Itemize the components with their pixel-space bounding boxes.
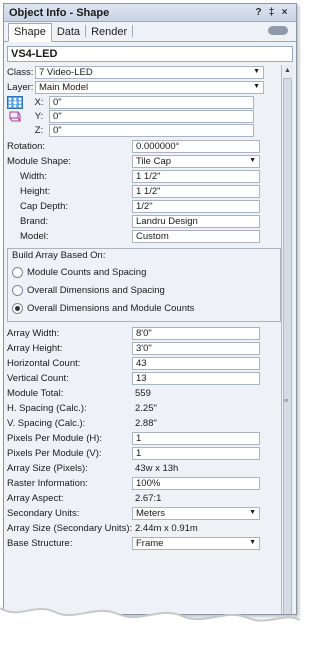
array-aspect-value: 2.67:1 [135,493,162,504]
secondary-units-value: Meters [136,508,166,519]
array-size-px-label: Array Size (Pixels): [7,463,88,474]
array-aspect-label: Array Aspect: [7,493,64,504]
array-size-secondary-label: Array Size (Secondary Units): [7,523,133,534]
palette-title: Object Info - Shape [9,6,110,19]
z-field[interactable]: 0" [49,123,254,137]
x-label: X: [34,96,44,108]
pin-button[interactable]: ‡ [265,7,278,18]
module-shape-label: Module Shape: [7,156,71,167]
y-field[interactable]: 0" [49,109,254,123]
module-shape-select[interactable]: Tile Cap ▼ [132,155,260,168]
cap-depth-field[interactable]: 1/2" [132,200,260,213]
class-label: Class: [7,67,34,78]
help-button[interactable]: ? [252,7,265,18]
tab-bar: Shape Data Render [4,22,296,42]
vertical-count-label: Vertical Count: [7,373,69,384]
array-width-field[interactable]: 8'0" [132,327,260,340]
alignment-grid-icon[interactable] [7,95,23,109]
object-name-field[interactable]: VS4-LED [7,46,293,62]
chevron-down-icon: ▼ [253,83,260,90]
class-value: 7 Video-LED [39,67,93,78]
radio-overall-dimensions-spacing[interactable]: Overall Dimensions and Spacing [12,281,276,299]
array-width-label: Array Width: [7,328,60,339]
build-array-group: Build Array Based On: Module Counts and … [7,248,281,322]
chevron-down-icon: ▼ [249,509,256,516]
secondary-units-select[interactable]: Meters ▼ [132,507,260,520]
layer-value: Main Model [39,82,89,93]
raster-info-field[interactable]: 100% [132,477,260,490]
rotation-label: Rotation: [7,141,46,152]
v-spacing-value: 2.88" [135,418,157,429]
vertical-count-field[interactable]: 13 [132,372,260,385]
width-label: Width: [20,171,47,182]
radio-label: Overall Dimensions and Spacing [27,284,165,296]
radio-button-selected[interactable] [12,302,23,314]
v-spacing-label: V. Spacing (Calc.): [7,418,86,429]
array-height-label: Array Height: [7,343,63,354]
radio-module-counts-spacing[interactable]: Module Counts and Spacing [12,263,276,281]
brand-field[interactable]: Landru Design [132,215,260,228]
object-info-palette: Object Info - Shape ? ‡ × Shape Data Ren… [3,3,297,615]
module-total-label: Module Total: [7,388,64,399]
class-select[interactable]: 7 Video-LED ▼ [35,66,264,79]
model-field[interactable]: Custom [132,230,260,243]
torn-edge-decoration [0,607,300,650]
scroll-up-icon[interactable]: ▲ [282,65,293,76]
3d-axis-icon[interactable] [7,110,23,123]
horizontal-count-label: Horizontal Count: [7,358,81,369]
model-label: Model: [20,231,49,242]
base-structure-value: Frame [136,538,164,549]
pixels-h-label: Pixels Per Module (H): [7,433,103,444]
height-field[interactable]: 1 1/2" [132,185,260,198]
z-label: Z: [34,124,44,136]
base-structure-label: Base Structure: [7,538,73,549]
scroll-thumb[interactable] [283,78,292,614]
h-spacing-label: H. Spacing (Calc.): [7,403,87,414]
radio-label: Module Counts and Spacing [27,266,147,278]
rotation-field[interactable]: 0.000000° [132,140,260,153]
tab-data[interactable]: Data [52,24,85,41]
pixels-v-field[interactable]: 1 [132,447,260,460]
palette-titlebar[interactable]: Object Info - Shape ? ‡ × [4,4,296,22]
chevron-down-icon: ▼ [253,68,260,75]
radio-button[interactable] [12,266,23,278]
tab-separator [132,25,134,37]
grip-icon: ≡ [284,398,289,405]
raster-info-label: Raster Information: [7,478,88,489]
y-label: Y: [34,110,44,122]
array-size-secondary-value: 2.44m x 0.91m [135,523,198,534]
chevron-down-icon: ▼ [249,539,256,546]
radio-label: Overall Dimensions and Module Counts [27,302,195,314]
radio-button[interactable] [12,284,23,296]
height-label: Height: [20,186,51,197]
width-field[interactable]: 1 1/2" [132,170,260,183]
array-height-field[interactable]: 3'0" [132,342,260,355]
view-toggle-icon[interactable] [268,26,288,35]
horizontal-count-field[interactable]: 43 [132,357,260,370]
pixels-v-label: Pixels Per Module (V): [7,448,102,459]
secondary-units-label: Secondary Units: [7,508,80,519]
h-spacing-value: 2.25" [135,403,157,414]
module-total-value: 559 [135,388,151,399]
layer-label: Layer: [7,82,34,93]
build-array-title: Build Array Based On: [12,250,106,261]
radio-overall-dimensions-module-counts[interactable]: Overall Dimensions and Module Counts [12,299,276,317]
layer-select[interactable]: Main Model ▼ [35,81,264,94]
base-structure-select[interactable]: Frame ▼ [132,537,260,550]
pixels-h-field[interactable]: 1 [132,432,260,445]
properties-area: Class: 7 Video-LED ▼ Layer: Main Model ▼ [7,65,293,614]
array-size-px-value: 43w x 13h [135,463,179,474]
vertical-scrollbar[interactable]: ▲ ≡ [281,65,293,614]
tab-render[interactable]: Render [86,24,132,41]
chevron-down-icon: ▼ [249,157,256,164]
tab-shape[interactable]: Shape [8,23,52,42]
brand-label: Brand: [20,216,48,227]
cap-depth-label: Cap Depth: [20,201,69,212]
module-shape-value: Tile Cap [136,156,172,167]
close-button[interactable]: × [278,7,291,18]
x-field[interactable]: 0" [49,95,254,109]
